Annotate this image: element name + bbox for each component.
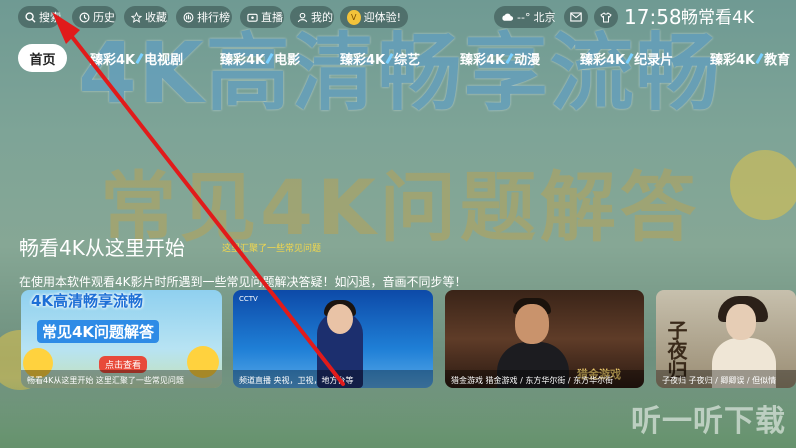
favorites-button[interactable]: 收藏	[124, 6, 168, 28]
mine-label: 我的	[311, 11, 333, 24]
tab-label-prefix: 臻彩4K	[90, 52, 136, 68]
live-button[interactable]: 直播	[240, 6, 284, 28]
tab-label: 首页	[29, 52, 56, 68]
poster-figure-face	[515, 304, 549, 344]
watermark: 听一听下载	[631, 404, 786, 439]
history-label: 历史	[93, 11, 115, 24]
ranking-icon	[183, 11, 194, 24]
tab-label-prefix: 臻彩4K	[580, 52, 626, 68]
tab-movies[interactable]: 臻彩4K 电影	[210, 44, 310, 72]
search-icon	[25, 11, 36, 24]
tab-label: 综艺	[394, 52, 421, 68]
favorites-label: 收藏	[145, 11, 167, 24]
ranking-label: 排行榜	[197, 11, 230, 24]
vip-badge-icon: V	[347, 9, 361, 25]
tab-label: 动漫	[514, 52, 541, 68]
tab-label: 纪录片	[634, 52, 674, 68]
tab-documentary[interactable]: 臻彩4K 纪录片	[570, 44, 683, 72]
history-button[interactable]: 历史	[72, 6, 116, 28]
tab-label-prefix: 臻彩4K	[460, 52, 506, 68]
history-icon	[79, 11, 90, 24]
tab-anime[interactable]: 臻彩4K 动漫	[450, 44, 550, 72]
card-drama-2[interactable]: 子夜归 子夜归 子夜归 / 卿卿误 / 但似情	[656, 290, 796, 388]
tab-label: 电视剧	[144, 52, 184, 68]
section-title: 畅看4K从这里开始	[19, 236, 185, 260]
tab-label: 教育	[764, 52, 791, 68]
background-chick	[730, 150, 796, 220]
section-description: 在使用本软件观看4K影片时所遇到一些常见问题解决答疑！如闪退，音画不同步等！	[19, 275, 467, 289]
search-label: 搜索	[39, 11, 61, 24]
app-brand: 畅常看4K	[681, 8, 754, 28]
cctv-logo: CCTV	[239, 295, 258, 303]
live-label: 直播	[261, 11, 283, 24]
vip-button[interactable]: V 迎体验!	[340, 6, 408, 28]
cloud-icon	[501, 11, 514, 24]
card-title-1: 4K高清畅享流畅	[31, 292, 144, 310]
pen-icon	[135, 52, 144, 64]
card-faq[interactable]: 4K高清畅享流畅 常见4K问题解答 点击查看 畅看4K从这里开始 这里汇聚了一些…	[21, 290, 222, 388]
tab-education[interactable]: 臻彩4K 教育	[700, 44, 796, 72]
user-icon	[297, 11, 308, 24]
news-anchor-face	[327, 304, 353, 334]
message-button[interactable]	[564, 6, 588, 28]
weather-city: 北京	[533, 11, 556, 24]
card-caption: 子夜归 子夜归 / 卿卿误 / 但似情	[656, 370, 796, 388]
clock: 17:58	[624, 5, 682, 29]
tab-home[interactable]: 首页	[18, 44, 67, 72]
card-drama-1[interactable]: 猎金游戏 猎金游戏 猎金游戏 / 东方华尔街 / 东方华尔街	[445, 290, 644, 388]
weather-temp: --°	[517, 10, 531, 24]
mine-button[interactable]: 我的	[290, 6, 334, 28]
vip-label: 迎体验!	[363, 11, 401, 24]
pen-icon	[385, 52, 394, 64]
tab-label: 电影	[274, 52, 301, 68]
ranking-button[interactable]: 排行榜	[176, 6, 232, 28]
pen-icon	[625, 52, 634, 64]
card-caption: 畅看4K从这里开始 这里汇聚了一些常见问题	[21, 370, 222, 388]
mail-icon	[569, 11, 582, 24]
tv-icon	[247, 11, 258, 24]
weather-widget: --° 北京	[494, 6, 556, 28]
tab-variety[interactable]: 臻彩4K 综艺	[330, 44, 430, 72]
poster-figure-face	[726, 304, 756, 340]
category-tabs: 首页 臻彩4K 电视剧 臻彩4K 电影 臻彩4K 综艺 臻彩4K 动漫 臻彩4K 纪录片 …	[18, 44, 796, 72]
pen-icon	[755, 52, 764, 64]
section-subtitle: 这里汇聚了一些常见问题	[222, 244, 322, 254]
star-icon	[131, 11, 142, 24]
tab-label-prefix: 臻彩4K	[710, 52, 756, 68]
search-button[interactable]: 搜索	[18, 6, 61, 28]
skin-button[interactable]	[594, 6, 618, 28]
pen-icon	[265, 52, 274, 64]
card-caption: 猎金游戏 猎金游戏 / 东方华尔街 / 东方华尔街	[445, 370, 644, 388]
tab-tv-series[interactable]: 臻彩4K 电视剧	[80, 44, 193, 72]
pen-icon	[505, 52, 514, 64]
card-caption: 频道直播 央视，卫视，地方台等	[233, 370, 433, 388]
card-title-2: 常见4K问题解答	[37, 320, 160, 343]
card-live-channels[interactable]: CCTV 频道直播 央视，卫视，地方台等	[233, 290, 433, 388]
shirt-icon	[599, 11, 612, 24]
tab-label-prefix: 臻彩4K	[340, 52, 386, 68]
top-bar: 搜索 历史 收藏 排行榜 直播 我的 V 迎体验! --° 北京 17:58 畅…	[0, 0, 796, 34]
tab-label-prefix: 臻彩4K	[220, 52, 266, 68]
